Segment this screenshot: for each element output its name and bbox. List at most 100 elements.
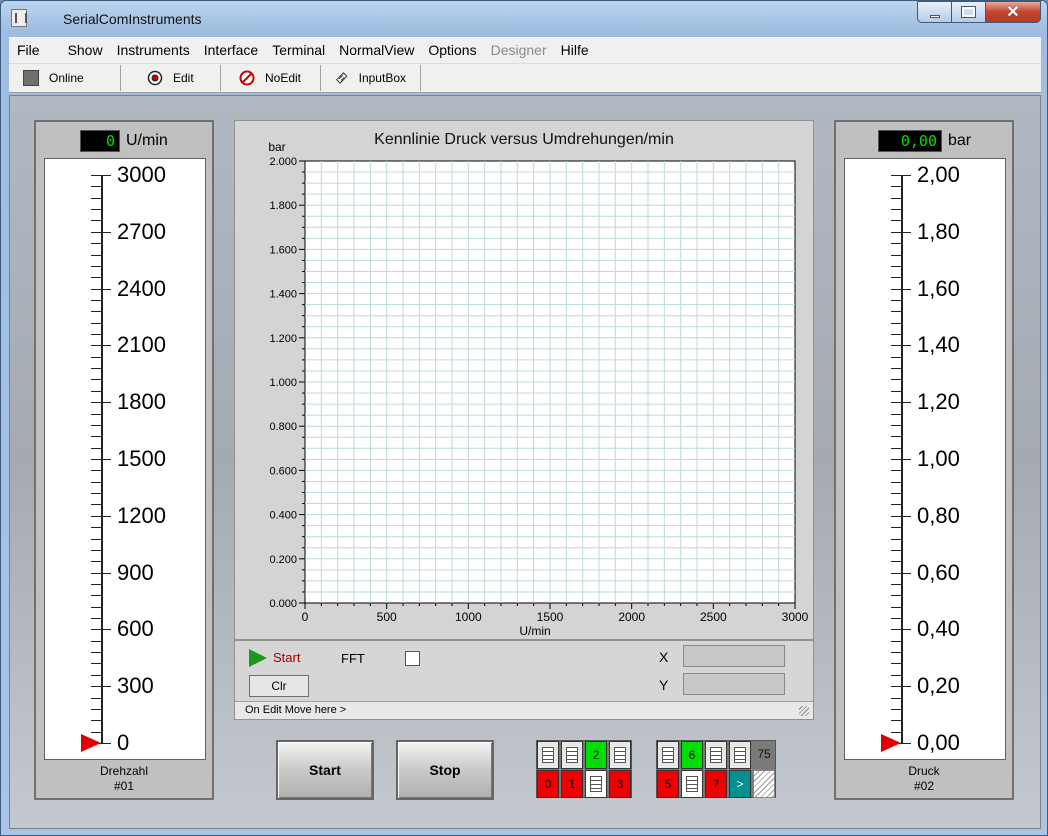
menu-normalview[interactable]: NormalView <box>339 42 414 58</box>
fft-label: FFT <box>341 651 365 666</box>
gauge-tick-label: 1,80 <box>917 218 960 244</box>
menu-terminal[interactable]: Terminal <box>272 42 325 58</box>
gauge-minor-tick <box>891 390 901 392</box>
x-tick-label: 3000 <box>782 610 809 624</box>
maximize-button[interactable] <box>951 1 985 23</box>
menu-show[interactable]: Show <box>68 42 103 58</box>
chart-controls: Start FFT Clr X Y On Edit Move here > <box>234 640 814 720</box>
menu-interface[interactable]: Interface <box>204 42 258 58</box>
edit-button[interactable]: Edit <box>121 65 221 91</box>
io-led-2[interactable] <box>585 770 607 798</box>
io-switch-1[interactable] <box>561 741 583 769</box>
inputbox-button[interactable]: InputBox <box>321 65 421 91</box>
gauge-minor-tick <box>891 618 901 620</box>
io-led-5[interactable]: 5 <box>657 770 679 798</box>
gauge-minor-tick <box>91 265 101 267</box>
menu-instruments[interactable]: Instruments <box>117 42 190 58</box>
noedit-icon <box>239 70 255 86</box>
io-switch-3[interactable] <box>609 741 631 769</box>
gauge-minor-tick <box>891 299 901 301</box>
gauge-minor-tick <box>891 209 901 211</box>
gauge-minor-tick <box>891 481 901 483</box>
gauge-druck[interactable]: 0,00 bar 2,00 1,80 1,60 1,40 1,20 1,00 0,80 0,6… <box>834 120 1014 800</box>
fft-checkbox[interactable] <box>405 651 420 666</box>
gauge-minor-tick <box>91 322 101 324</box>
title-bar[interactable]: SerialComInstruments ✕ <box>1 1 1047 35</box>
io-switch-4[interactable] <box>657 741 679 769</box>
io-led-1[interactable]: 1 <box>561 770 583 798</box>
start-button[interactable]: Start <box>276 740 374 800</box>
minimize-button[interactable] <box>917 1 951 23</box>
gauge-readout: 0 <box>80 130 120 152</box>
gauge-minor-tick <box>891 595 901 597</box>
gauge-pointer-icon[interactable] <box>81 734 101 752</box>
chart-start-button[interactable]: Start <box>273 650 300 665</box>
chart-panel[interactable]: 0 500 1000 1500 2000 2500 3000 0.000 0.200 0.400 0… <box>234 120 814 640</box>
gauge-minor-tick <box>891 447 901 449</box>
gauge-minor-tick <box>891 708 901 710</box>
x-tick-label: 1000 <box>455 610 482 624</box>
minimize-icon <box>929 14 940 18</box>
gauge-tick-label: 2,00 <box>917 162 960 187</box>
x-tick-label: 500 <box>377 610 397 624</box>
gauge-tick-label: 3000 <box>117 162 166 187</box>
gauge-major-tick <box>891 459 911 460</box>
io-led-6[interactable] <box>681 770 703 798</box>
gauge-minor-tick <box>91 618 101 620</box>
x-tick-label: 2500 <box>700 610 727 624</box>
gauge-pointer-icon[interactable] <box>881 734 901 752</box>
gauge-tick-label: 300 <box>117 673 154 699</box>
switch-icon <box>542 747 554 763</box>
gauge-minor-tick <box>91 390 101 392</box>
gauge-tick-label: 1,40 <box>917 332 960 358</box>
gauge-minor-tick <box>91 436 101 438</box>
gauge-minor-tick <box>91 277 101 279</box>
gauge-minor-tick <box>891 720 901 722</box>
gauge-tick-label: 0,40 <box>917 616 960 642</box>
close-button[interactable]: ✕ <box>985 1 1041 23</box>
menu-hilfe[interactable]: Hilfe <box>561 42 589 58</box>
x-value-field[interactable] <box>683 645 785 667</box>
noedit-button[interactable]: NoEdit <box>221 65 321 91</box>
gauge-minor-tick <box>91 481 101 483</box>
maximize-icon <box>961 6 976 18</box>
io-led-7[interactable]: 7 <box>705 770 727 798</box>
io-led-0[interactable]: 0 <box>537 770 559 798</box>
app-icon[interactable] <box>11 9 27 27</box>
gauge-minor-tick <box>91 447 101 449</box>
x-tick-label: 0 <box>302 610 309 624</box>
clear-button[interactable]: Clr <box>249 675 309 697</box>
menu-options[interactable]: Options <box>428 42 476 58</box>
gauge-minor-tick <box>91 220 101 222</box>
gauge-minor-tick <box>91 413 101 415</box>
x-axis-label: U/min <box>519 624 550 638</box>
gauge-tick-label: 1800 <box>117 389 166 415</box>
gauge-drehzahl[interactable]: 0 U/min 3000 2700 2400 2100 1800 1500 1200 900 6… <box>34 120 214 800</box>
gauge-tick-label: 0,20 <box>917 673 960 699</box>
move-handle[interactable]: On Edit Move here > <box>235 701 813 719</box>
io-next-button[interactable]: > <box>729 770 751 798</box>
gauge-minor-tick <box>91 549 101 551</box>
gauge-minor-tick <box>891 663 901 665</box>
gauge-minor-tick <box>891 413 901 415</box>
io-switch-2[interactable]: 2 <box>585 741 607 769</box>
io-switch-6[interactable]: 6 <box>681 741 703 769</box>
resize-grip-icon[interactable] <box>799 706 809 716</box>
io-switch-0[interactable] <box>537 741 559 769</box>
y-value-field[interactable] <box>683 673 785 695</box>
gauge-minor-tick <box>891 265 901 267</box>
gauge-minor-tick <box>891 674 901 676</box>
gauge-minor-tick <box>91 640 101 642</box>
io-switch-8[interactable] <box>729 741 751 769</box>
gauge-minor-tick <box>91 606 101 608</box>
io-led-3[interactable]: 3 <box>609 770 631 798</box>
io-switch-7[interactable] <box>705 741 727 769</box>
menu-file[interactable]: File <box>17 42 40 58</box>
gauge-major-tick <box>91 175 111 176</box>
play-icon[interactable] <box>249 649 267 667</box>
move-hint: On Edit Move here > <box>245 704 347 716</box>
stop-button[interactable]: Stop <box>396 740 494 800</box>
edit-icon <box>147 70 163 86</box>
io-resize-grip-icon[interactable] <box>753 770 775 798</box>
online-button[interactable]: Online <box>9 65 121 91</box>
